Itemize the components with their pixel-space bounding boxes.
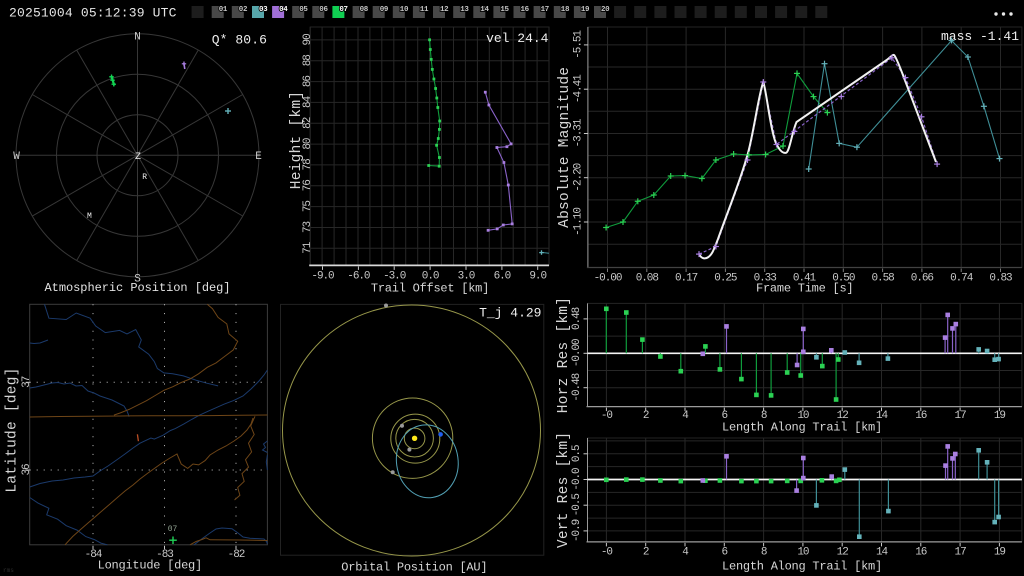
svg-text:0.74: 0.74 [950, 273, 974, 285]
svg-text:16: 16 [915, 410, 927, 422]
svg-text:rms: rms [3, 567, 14, 574]
svg-text:0.66: 0.66 [911, 273, 934, 285]
svg-text:88: 88 [302, 55, 314, 67]
svg-text:0.83: 0.83 [989, 273, 1012, 285]
svg-text:14: 14 [876, 547, 889, 559]
svg-text:0.08: 0.08 [636, 273, 659, 285]
svg-text:75: 75 [302, 201, 314, 213]
svg-text:E: E [255, 151, 262, 163]
svg-text:M: M [87, 212, 92, 221]
svg-text:-3.31: -3.31 [573, 118, 585, 147]
svg-text:02: 02 [239, 6, 248, 14]
svg-text:Length Along Trail [km]: Length Along Trail [km] [722, 560, 882, 574]
svg-text:13: 13 [460, 6, 469, 14]
svg-text:08: 08 [360, 6, 369, 14]
svg-text:Q* 80.6: Q* 80.6 [212, 33, 267, 48]
svg-text:vel 24.4: vel 24.4 [486, 31, 549, 46]
svg-text:01: 01 [219, 6, 228, 14]
svg-text:8: 8 [761, 547, 767, 559]
svg-text:Horz Res [km]: Horz Res [km] [556, 297, 572, 413]
svg-text:-0.00: -0.00 [571, 339, 583, 367]
svg-text:W: W [13, 151, 20, 163]
svg-text:20: 20 [601, 6, 610, 14]
svg-text:Frame Time [s]: Frame Time [s] [756, 282, 853, 296]
svg-text:Height [km]: Height [km] [289, 91, 305, 189]
svg-text:86: 86 [302, 76, 314, 88]
svg-text:90: 90 [302, 34, 314, 46]
svg-text:07: 07 [339, 6, 347, 14]
svg-text:71: 71 [302, 241, 314, 254]
svg-text:0.48: 0.48 [571, 307, 583, 330]
svg-text:-2.20: -2.20 [573, 163, 585, 191]
svg-text:10: 10 [400, 6, 409, 14]
svg-text:06: 06 [319, 6, 328, 14]
svg-text:37: 37 [21, 376, 33, 388]
svg-text:-0.48: -0.48 [571, 373, 583, 401]
svg-text:18: 18 [561, 6, 570, 14]
svg-text:9.0: 9.0 [529, 271, 546, 283]
svg-text:6: 6 [722, 547, 728, 559]
svg-text:16: 16 [521, 6, 530, 14]
svg-text:-0.0: -0.0 [571, 468, 583, 491]
svg-text:20251004 05:12:39 UTC: 20251004 05:12:39 UTC [9, 6, 177, 21]
svg-text:Length Along Trail [km]: Length Along Trail [km] [722, 421, 882, 435]
svg-text:12: 12 [440, 6, 449, 14]
svg-text:05: 05 [299, 6, 308, 14]
svg-text:17: 17 [955, 410, 967, 422]
svg-text:07: 07 [168, 525, 178, 534]
svg-text:-82: -82 [228, 549, 245, 561]
svg-text:14: 14 [480, 6, 489, 14]
svg-text:19: 19 [994, 547, 1006, 559]
svg-text:0.25: 0.25 [714, 273, 737, 285]
svg-text:Longitude [deg]: Longitude [deg] [98, 559, 202, 573]
svg-text:16: 16 [915, 547, 927, 559]
svg-text:12: 12 [837, 547, 849, 559]
svg-text:-1.10: -1.10 [573, 208, 585, 236]
svg-text:Orbital Position [AU]: Orbital Position [AU] [341, 561, 487, 575]
svg-text:-0: -0 [601, 547, 613, 559]
svg-text:-0.00: -0.00 [594, 273, 622, 285]
svg-text:03: 03 [259, 6, 268, 14]
svg-text:Trail Offset [km]: Trail Offset [km] [371, 282, 489, 296]
svg-text:19: 19 [581, 6, 590, 14]
svg-text:0.5: 0.5 [571, 445, 583, 462]
svg-text:19: 19 [994, 410, 1006, 422]
svg-text:-4.41: -4.41 [573, 74, 585, 103]
svg-text:2: 2 [643, 547, 649, 559]
svg-text:-0.5: -0.5 [571, 494, 583, 517]
svg-text:2: 2 [643, 410, 649, 422]
svg-text:0.17: 0.17 [675, 273, 698, 285]
svg-text:-0: -0 [601, 410, 613, 422]
svg-text:T_j 4.29: T_j 4.29 [479, 306, 541, 321]
svg-text:Atmospheric Position [deg]: Atmospheric Position [deg] [45, 281, 231, 295]
svg-text:36: 36 [21, 464, 33, 476]
svg-text:17: 17 [955, 547, 967, 559]
svg-text:Vert Res [km]: Vert Res [km] [556, 432, 572, 548]
svg-text:10: 10 [797, 547, 809, 559]
svg-text:73: 73 [302, 222, 314, 234]
svg-text:17: 17 [541, 6, 549, 14]
svg-text:09: 09 [380, 6, 389, 14]
svg-text:-9.0: -9.0 [311, 271, 334, 283]
svg-text:R: R [142, 173, 147, 182]
svg-text:-5.51: -5.51 [573, 30, 585, 59]
svg-text:-6.0: -6.0 [347, 271, 370, 283]
svg-text:Z: Z [135, 152, 141, 163]
svg-text:15: 15 [500, 6, 509, 14]
svg-text:6.0: 6.0 [494, 271, 511, 283]
svg-text:Absolute Magnitude: Absolute Magnitude [557, 67, 573, 228]
svg-text:04: 04 [279, 6, 288, 14]
svg-text:0.58: 0.58 [871, 273, 894, 285]
svg-text:Latitude [deg]: Latitude [deg] [5, 367, 21, 492]
svg-text:11: 11 [420, 6, 429, 14]
svg-text:N: N [134, 32, 141, 44]
svg-text:-0.9: -0.9 [571, 519, 583, 542]
